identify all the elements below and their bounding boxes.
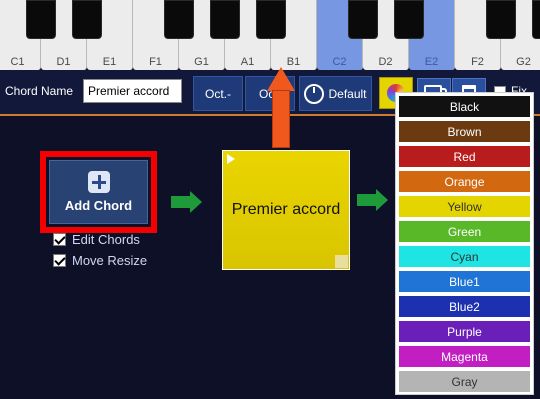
add-chord-button[interactable]: Add Chord: [49, 160, 148, 224]
octave-down-label: Oct.-: [205, 86, 231, 101]
piano-black-key[interactable]: [532, 0, 540, 39]
add-chord-label: Add Chord: [64, 198, 133, 213]
edit-chords-option[interactable]: Edit Chords: [53, 232, 140, 247]
piano-key-label: F1: [149, 56, 162, 68]
piano-black-key[interactable]: [256, 0, 286, 39]
piano-keyboard: C1 D1 E1 F1 G1 A1 B1 C2 D2 E2 F2 G2: [0, 0, 540, 70]
chord-block-label: Premier accord: [231, 201, 341, 218]
color-option-brown[interactable]: Brown: [399, 121, 530, 142]
resize-handle[interactable]: [335, 255, 348, 268]
move-resize-option[interactable]: Move Resize: [53, 253, 147, 268]
octave-down-button[interactable]: Oct.-: [193, 76, 243, 111]
color-option-green[interactable]: Green: [399, 221, 530, 242]
piano-black-key[interactable]: [210, 0, 240, 39]
color-option-blue1[interactable]: Blue1: [399, 271, 530, 292]
piano-key-label: A1: [240, 56, 255, 68]
color-option-yellow[interactable]: Yellow: [399, 196, 530, 217]
color-option-purple[interactable]: Purple: [399, 321, 530, 342]
piano-key-label: D1: [56, 56, 71, 68]
color-option-gray[interactable]: Gray: [399, 371, 530, 392]
piano-black-key[interactable]: [26, 0, 56, 39]
chord-block[interactable]: Premier accord: [222, 150, 350, 270]
green-arrow-shaft-2: [357, 194, 377, 206]
orange-arrow-shaft: [272, 90, 290, 148]
move-resize-checkbox[interactable]: [53, 254, 66, 267]
plus-icon: [87, 171, 110, 193]
edit-chords-label: Edit Chords: [72, 232, 140, 247]
piano-black-key[interactable]: [348, 0, 378, 39]
color-menu: Black Brown Red Orange Yellow Green Cyan Blue1 B…: [395, 92, 534, 395]
piano-key-label: D2: [378, 56, 393, 68]
orange-arrow-head: [267, 67, 295, 91]
piano-black-key[interactable]: [394, 0, 424, 39]
color-option-cyan[interactable]: Cyan: [399, 246, 530, 267]
color-option-orange[interactable]: Orange: [399, 171, 530, 192]
color-option-magenta[interactable]: Magenta: [399, 346, 530, 367]
color-option-red[interactable]: Red: [399, 146, 530, 167]
green-arrow-head-1: [190, 191, 202, 213]
green-arrow-shaft-1: [171, 196, 191, 208]
piano-key-label: E1: [102, 56, 117, 68]
piano-black-key[interactable]: [164, 0, 194, 39]
piano-key-label: G1: [194, 56, 209, 68]
chord-name-label: Chord Name: [5, 84, 74, 98]
piano-black-key[interactable]: [486, 0, 516, 39]
default-label: Default: [328, 86, 367, 101]
color-option-black[interactable]: Black: [399, 96, 530, 117]
piano-black-key[interactable]: [72, 0, 102, 39]
piano-key-label: G2: [516, 56, 531, 68]
edit-chords-checkbox[interactable]: [53, 233, 66, 246]
green-arrow-head-2: [376, 189, 388, 211]
piano-key-label: F2: [471, 56, 484, 68]
piano-key-label: C2: [332, 56, 347, 68]
chord-name-input[interactable]: [83, 79, 182, 103]
color-option-blue2[interactable]: Blue2: [399, 296, 530, 317]
default-button[interactable]: Default: [299, 76, 372, 111]
piano-key-label: C1: [10, 56, 25, 68]
move-resize-label: Move Resize: [72, 253, 148, 268]
play-icon: [227, 154, 235, 164]
piano-key-label: E2: [424, 56, 439, 68]
dial-icon: [304, 83, 325, 104]
